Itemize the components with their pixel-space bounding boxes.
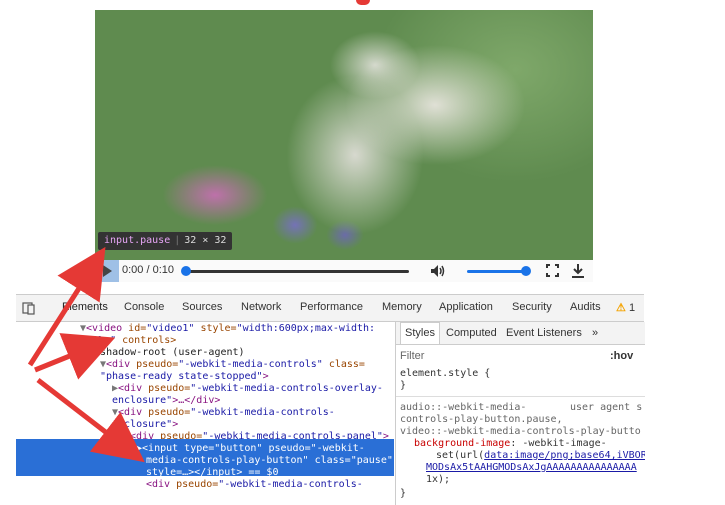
element-tooltip: input.pause | 32 × 32 xyxy=(98,232,233,250)
hov-toggle[interactable]: :hov xyxy=(610,350,633,362)
tree-line[interactable]: ▼<video id="video1" style="width:600px;m… xyxy=(80,323,375,335)
tree-line[interactable]: media-controls-play-button" class="pause… xyxy=(146,455,393,467)
tree-line[interactable]: ▼<div pseudo="-webkit-media-controls- xyxy=(112,407,335,419)
tooltip-size: 32 × 32 xyxy=(184,235,227,246)
rule-divider xyxy=(396,396,645,397)
tab-application[interactable]: Application xyxy=(439,301,493,313)
tab-network[interactable]: Network xyxy=(241,301,281,313)
styles-rules: element.style { } audio::-webkit-media- … xyxy=(396,366,645,505)
style-value: set(url(data:image/png;base64,iVBOR xyxy=(436,450,645,461)
tree-line[interactable]: ▶<div pseudo="-webkit-media-controls-ove… xyxy=(112,383,383,395)
seek-bar[interactable] xyxy=(183,270,409,273)
styles-tab-bar: Styles Computed Event Listeners » xyxy=(396,322,645,345)
video-player[interactable] xyxy=(95,10,593,264)
media-controls: 0:00 / 0:10 xyxy=(95,260,593,282)
tree-line[interactable]: style=…></input> == $0 xyxy=(146,467,278,479)
tab-memory[interactable]: Memory xyxy=(382,301,422,313)
devtools-tab-bar: Elements Console Sources Network Perform… xyxy=(16,295,644,322)
download-icon[interactable] xyxy=(571,263,585,279)
data-url-link[interactable]: data:image/png;base64,iVBOR xyxy=(484,450,645,461)
element-style-rule[interactable]: element.style { xyxy=(400,368,490,380)
tab-performance[interactable]: Performance xyxy=(300,301,363,313)
tab-elements[interactable]: Elements xyxy=(62,301,108,313)
tree-line[interactable]: ▶<input type="button" pseudo="-webkit- xyxy=(136,443,365,455)
rule-close-brace: } xyxy=(400,380,407,391)
warning-count: 1 xyxy=(628,302,636,314)
tree-line[interactable]: "phase-ready state-stopped"> xyxy=(100,371,269,383)
volume-thumb[interactable] xyxy=(521,266,531,276)
rule-close-brace: } xyxy=(400,488,407,499)
tree-line[interactable]: 100%;" controls> xyxy=(80,335,176,347)
volume-slider[interactable] xyxy=(467,270,527,273)
volume-icon[interactable] xyxy=(430,264,446,278)
tree-line[interactable]: <div pseudo="-webkit-media-controls- xyxy=(146,479,363,491)
rule-selector: audio::-webkit-media- xyxy=(400,402,527,413)
tab-audits[interactable]: Audits xyxy=(570,301,601,313)
rule-selector: controls-play-button.pause, xyxy=(400,414,563,425)
tab-styles[interactable]: Styles xyxy=(400,322,440,344)
styles-filter-input[interactable]: Filter xyxy=(400,350,424,362)
tab-computed[interactable]: Computed xyxy=(446,327,497,339)
tab-console[interactable]: Console xyxy=(124,301,164,313)
device-toolbar-icon[interactable] xyxy=(22,301,36,315)
tree-line[interactable]: enclosure">…</div> xyxy=(112,395,220,407)
warning-icon: ⚠ xyxy=(616,302,626,314)
time-display: 0:00 / 0:10 xyxy=(122,264,174,276)
play-icon xyxy=(102,265,112,277)
warning-badge[interactable]: ⚠ 1 xyxy=(616,301,635,314)
rule-selector: video::-webkit-media-controls-play-butto xyxy=(400,426,641,437)
tab-event-listeners[interactable]: Event Listeners xyxy=(506,327,582,339)
tab-sources[interactable]: Sources xyxy=(182,301,222,313)
play-button[interactable] xyxy=(95,260,119,282)
tab-security[interactable]: Security xyxy=(512,301,552,313)
style-value-end: 1x); xyxy=(426,474,451,485)
tree-line[interactable]: ▼<div pseudo="-webkit-media-controls" cl… xyxy=(100,359,365,371)
tree-line[interactable]: ▼#shadow-root (user-agent) xyxy=(88,347,245,359)
style-value: MODsAx5tAAHGMODsAxJgAAAAAAAAAAAAAAA xyxy=(426,462,637,474)
recording-indicator xyxy=(356,0,370,5)
styles-pane: Styles Computed Event Listeners » Filter… xyxy=(395,322,645,505)
elements-tree: ▼<video id="video1" style="width:600px;m… xyxy=(16,322,394,505)
selected-node[interactable]: ▶<input type="button" pseudo="-webkit- m… xyxy=(16,439,394,479)
fullscreen-icon[interactable] xyxy=(546,264,559,277)
tree-line[interactable]: enclosure"> xyxy=(112,419,178,431)
devtools-panel: Elements Console Sources Network Perform… xyxy=(16,294,645,505)
seek-thumb[interactable] xyxy=(181,266,191,276)
style-property[interactable]: background-image: -webkit-image- xyxy=(414,438,607,450)
rule-origin: user agent s xyxy=(570,402,643,413)
data-url-link[interactable]: MODsAx5tAAHGMODsAxJgAAAAAAAAAAAAAAA xyxy=(426,462,637,473)
more-tabs-icon[interactable]: » xyxy=(592,327,598,339)
tooltip-tag: input.pause xyxy=(104,235,171,246)
